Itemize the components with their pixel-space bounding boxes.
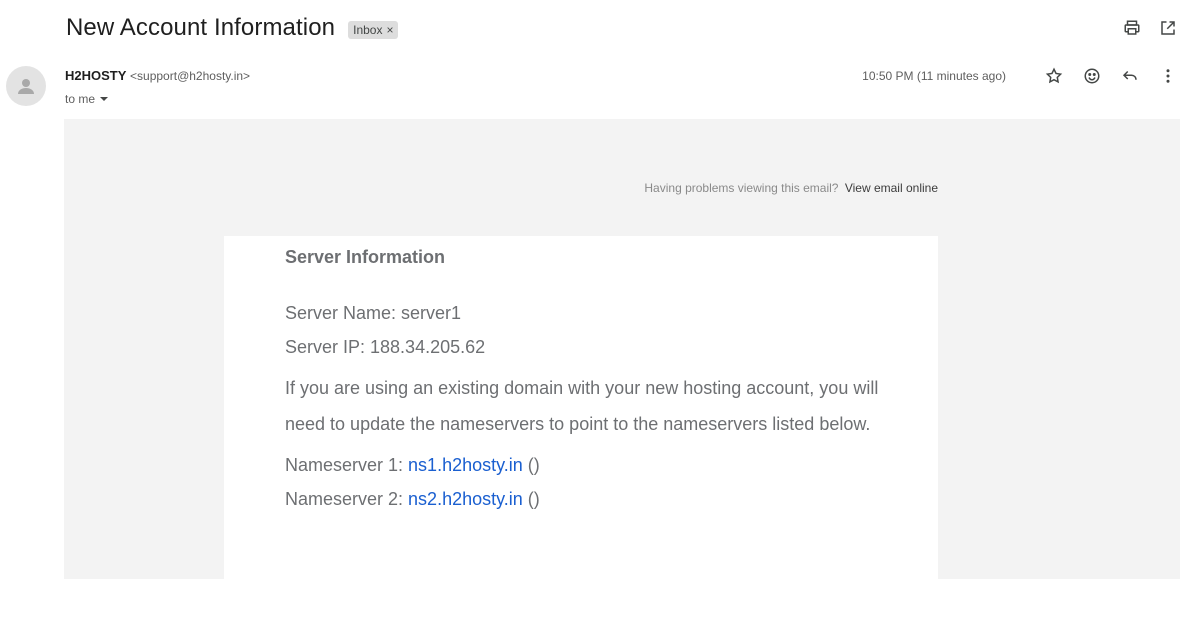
nameserver-prefix: Nameserver 2: [285, 489, 409, 509]
sender-email: <support@h2hosty.in> [130, 69, 251, 83]
view-email-online-link[interactable]: View email online [845, 181, 938, 195]
star-icon[interactable] [1044, 66, 1064, 86]
more-vert-icon[interactable] [1158, 66, 1178, 86]
server-name: Server Name: server1 [285, 303, 462, 323]
nameserver-link[interactable]: ns2.h2hosty.in [408, 489, 523, 509]
timestamp: 10:50 PM (11 minutes ago) [862, 69, 1006, 83]
email-subject: New Account Information [66, 14, 336, 41]
nameserver-instructions: If you are using an existing domain with… [285, 378, 879, 434]
view-online-bar: Having problems viewing this email? View… [64, 181, 938, 195]
email-body: Having problems viewing this email? View… [64, 119, 1180, 579]
sender-avatar[interactable] [6, 66, 46, 106]
nameserver-prefix: Nameserver 1: [285, 455, 409, 475]
nameserver-suffix: () [522, 489, 540, 509]
nameserver-item: Nameserver 2: ns2.h2hosty.in () [285, 482, 885, 516]
caret-down-icon [100, 97, 109, 101]
message-meta: 10:50 PM (11 minutes ago) [862, 66, 1178, 86]
subject-header: New Account Information Inbox × [66, 14, 399, 42]
remove-label-icon[interactable]: × [386, 23, 393, 37]
server-ip: Server IP: 188.34.205.62 [285, 337, 486, 357]
emoji-icon[interactable] [1082, 66, 1102, 86]
sender-name[interactable]: H2HOSTY [65, 68, 126, 83]
section-heading: Server Information [285, 247, 446, 267]
thread-actions [1122, 18, 1178, 38]
person-icon [18, 79, 34, 94]
recipient-text: to me [65, 92, 96, 106]
print-icon[interactable] [1122, 18, 1142, 38]
open-in-new-window-icon[interactable] [1158, 18, 1178, 38]
viewing-problem-text: Having problems viewing this email? [644, 181, 839, 195]
label-text: Inbox [353, 22, 383, 37]
email-view: New Account Information Inbox × H2HOSTY … [0, 0, 1200, 628]
nameserver-item: Nameserver 1: ns1.h2hosty.in () [285, 448, 885, 482]
email-content-card: Server Information Server Name: server1 … [224, 236, 938, 579]
recipient-details-toggle[interactable]: to me [65, 92, 109, 106]
nameserver-list: Nameserver 1: ns1.h2hosty.in () Nameserv… [285, 448, 885, 516]
reply-icon[interactable] [1120, 66, 1140, 86]
inbox-label-chip[interactable]: Inbox × [348, 20, 399, 39]
nameserver-link[interactable]: ns1.h2hosty.in [408, 455, 523, 475]
sender-info: H2HOSTY <support@h2hosty.in> [65, 68, 250, 83]
nameserver-suffix: () [522, 455, 540, 475]
